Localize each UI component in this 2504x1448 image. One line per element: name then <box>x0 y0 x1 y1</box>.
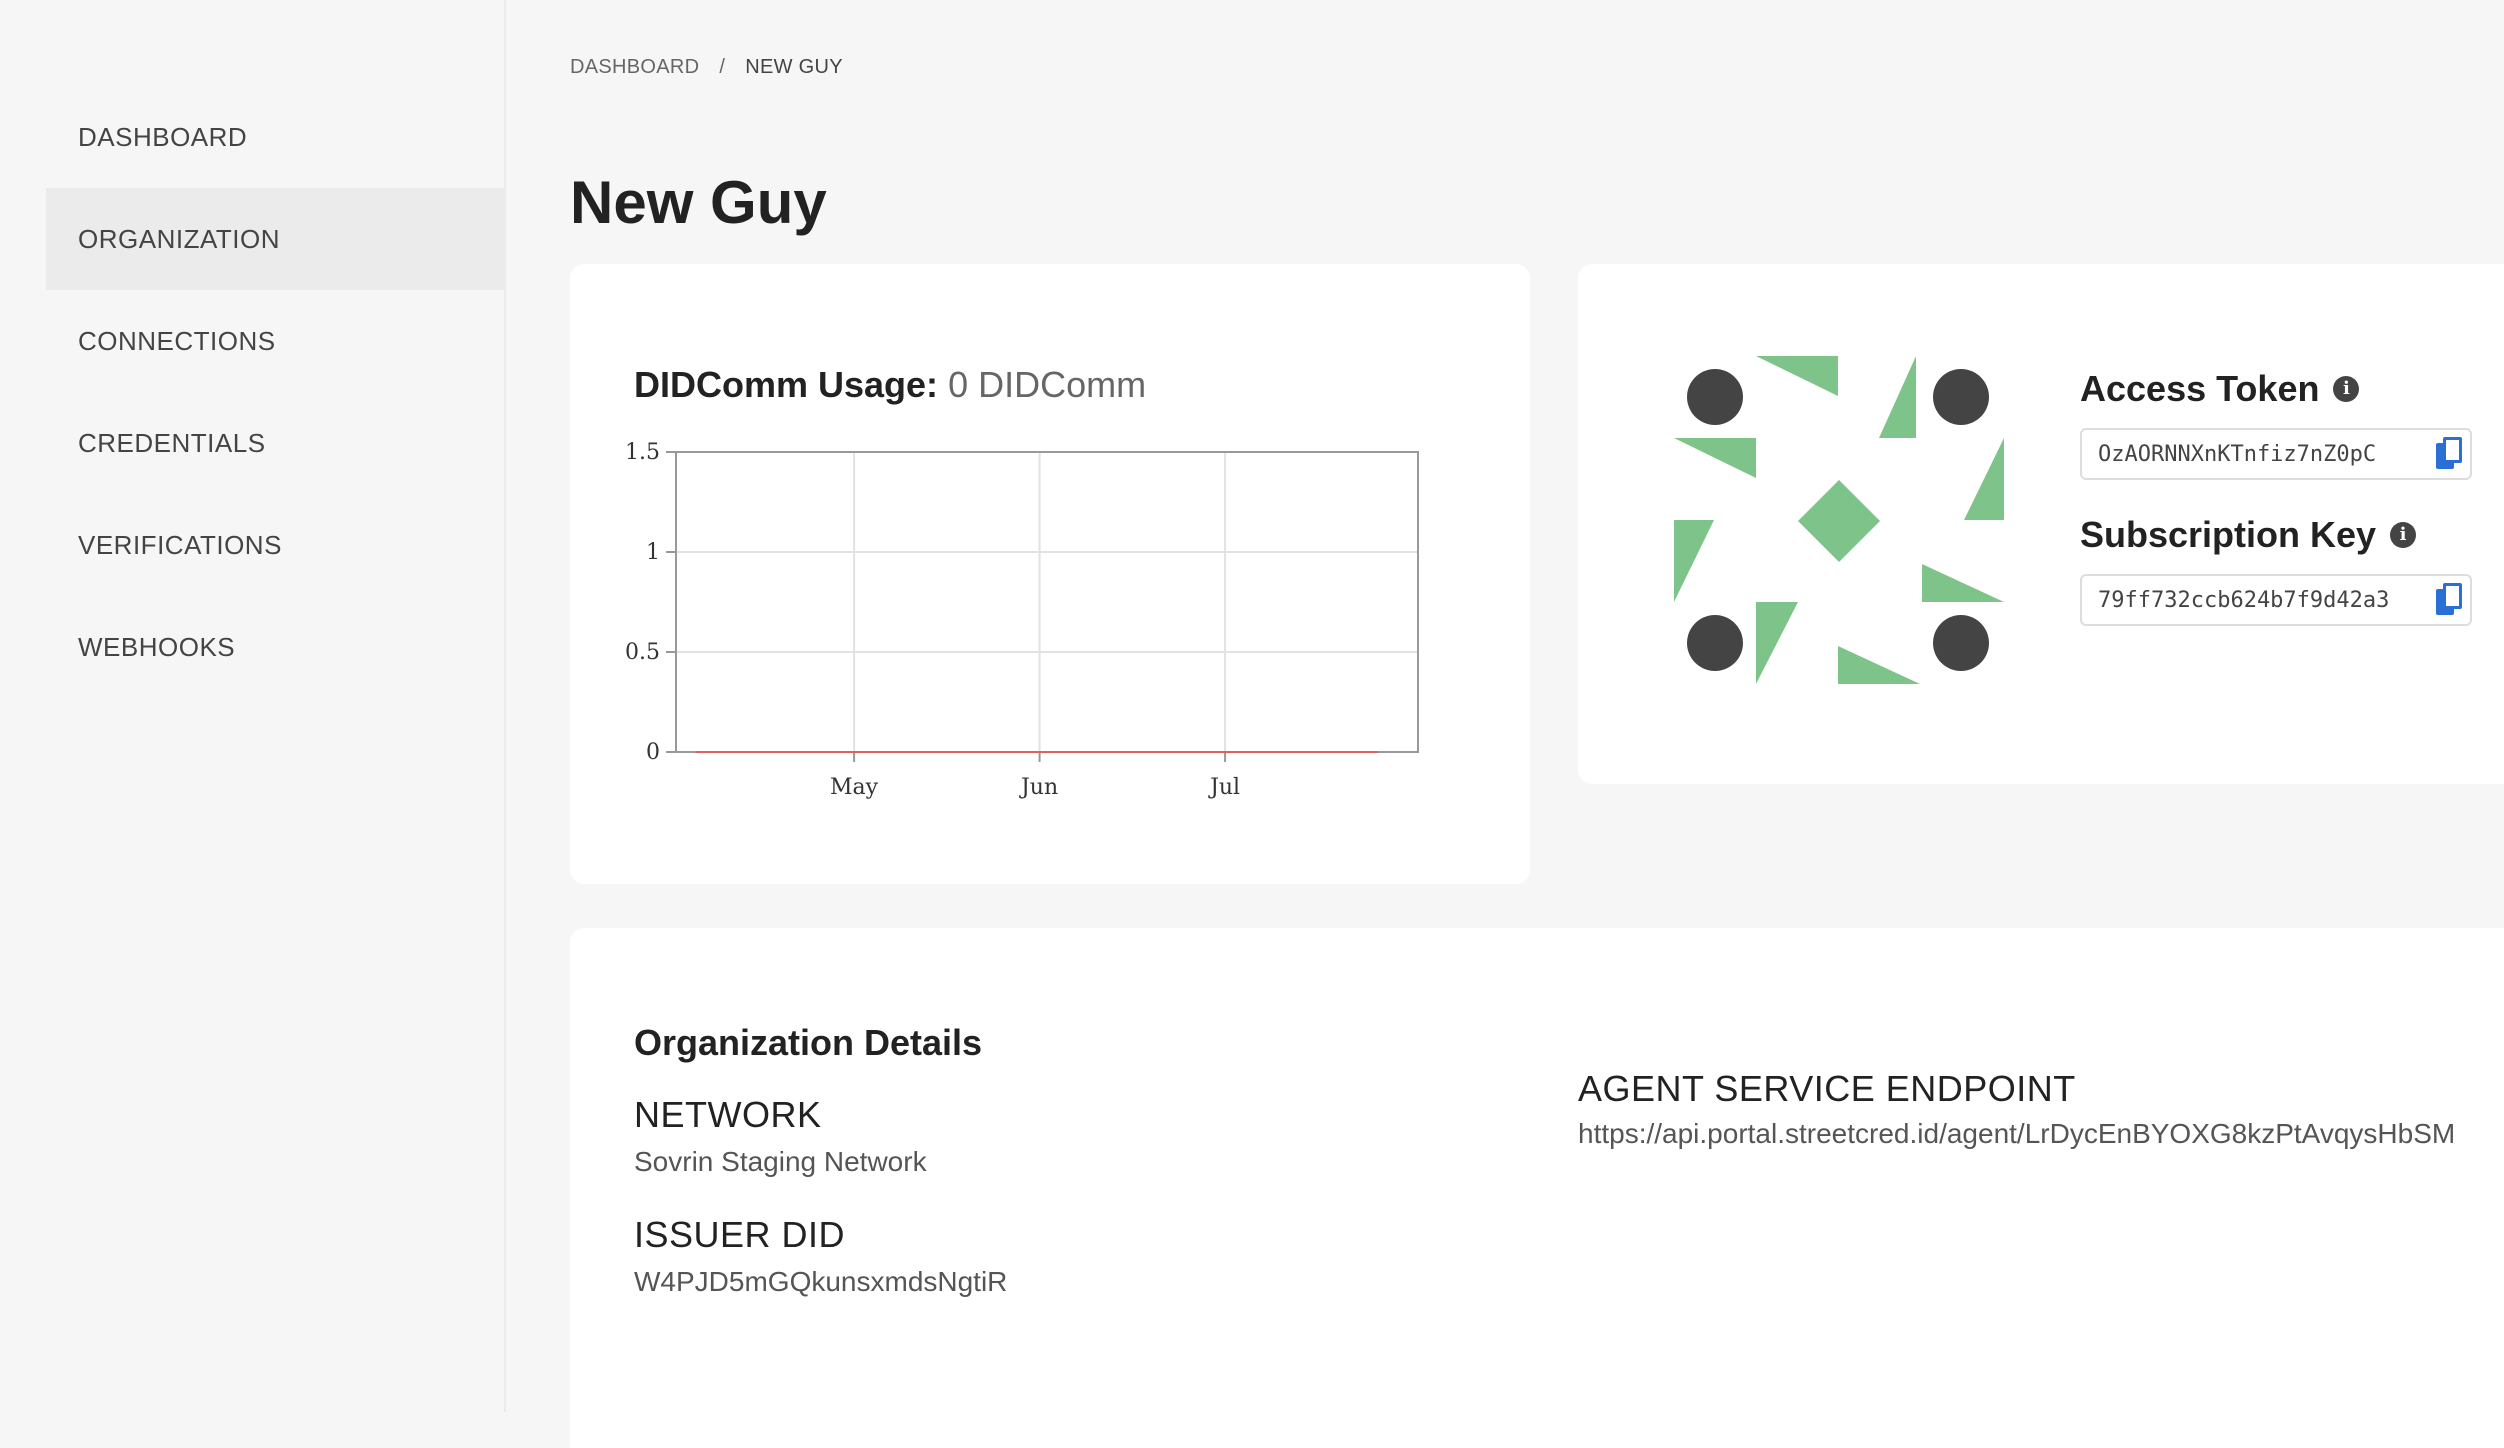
subscription-key-block: Subscription Key i 79ff732ccb624b7f9d42a… <box>2080 514 2472 626</box>
issuer-did-label: ISSUER DID <box>634 1214 845 1256</box>
chart-y-tick-label: 1.5 <box>625 440 660 465</box>
agent-endpoint-label: AGENT SERVICE ENDPOINT <box>1578 1068 2076 1110</box>
identicon-triangle <box>1922 564 2004 602</box>
subscription-key-value[interactable]: 79ff732ccb624b7f9d42a3 <box>2098 588 2416 613</box>
access-token-label: Access Token i <box>2080 368 2472 410</box>
identicon-avatar <box>1674 356 2004 686</box>
copy-icon[interactable] <box>2434 437 2464 471</box>
access-token-label-text: Access Token <box>2080 368 2319 410</box>
sidebar: DASHBOARD ORGANIZATION CONNECTIONS CREDE… <box>0 0 506 1412</box>
didcomm-usage-card: DIDComm Usage: 0 DIDComm 0 0.5 1 1.5 May Jun J… <box>570 264 1530 884</box>
sidebar-item-webhooks[interactable]: WEBHOOKS <box>46 596 506 698</box>
info-icon[interactable]: i <box>2390 522 2416 548</box>
chart-y-tick-label: 1 <box>646 540 660 565</box>
organization-details-card: Organization Details NETWORK Sovrin Stag… <box>570 928 2504 1448</box>
token-card: Access Token i OzAORNNXnKTnfiz7nZ0pC Sub… <box>1578 264 2504 784</box>
usage-chart: 0 0.5 1 1.5 May Jun Jul <box>610 424 1450 804</box>
copy-icon[interactable] <box>2434 583 2464 617</box>
breadcrumb-current: NEW GUY <box>745 56 843 78</box>
access-token-field[interactable]: OzAORNNXnKTnfiz7nZ0pC <box>2080 428 2472 480</box>
identicon-circle <box>1933 369 1989 425</box>
issuer-did-value: W4PJD5mGQkunsxmdsNgtiR <box>634 1266 1007 1298</box>
sidebar-item-organization[interactable]: ORGANIZATION <box>46 188 506 290</box>
identicon-triangle <box>1674 438 1756 478</box>
network-label: NETWORK <box>634 1094 822 1136</box>
access-token-value[interactable]: OzAORNNXnKTnfiz7nZ0pC <box>2098 442 2416 467</box>
usage-title-label: DIDComm Usage: <box>634 364 938 405</box>
identicon-circle <box>1687 369 1743 425</box>
identicon-triangle <box>1879 356 1916 438</box>
page-title: New Guy <box>570 168 827 237</box>
sidebar-item-credentials[interactable]: CREDENTIALS <box>46 392 506 494</box>
identicon-diamond <box>1798 480 1880 562</box>
chart-y-tick-label: 0.5 <box>625 640 660 665</box>
subscription-key-label: Subscription Key i <box>2080 514 2472 556</box>
chart-y-tick-label: 0 <box>646 740 660 765</box>
sidebar-item-verifications[interactable]: VERIFICATIONS <box>46 494 506 596</box>
identicon-triangle <box>1674 520 1714 602</box>
identicon-triangle <box>1756 356 1838 396</box>
chart-x-tick-label: May <box>830 775 879 800</box>
identicon-triangle <box>1756 602 1798 684</box>
breadcrumb: DASHBOARD / NEW GUY <box>570 56 843 79</box>
access-token-block: Access Token i OzAORNNXnKTnfiz7nZ0pC <box>2080 368 2472 480</box>
subscription-key-label-text: Subscription Key <box>2080 514 2376 556</box>
info-icon[interactable]: i <box>2333 376 2359 402</box>
subscription-key-field[interactable]: 79ff732ccb624b7f9d42a3 <box>2080 574 2472 626</box>
chart-x-tick-label: Jul <box>1208 775 1240 800</box>
main-content: DASHBOARD / NEW GUY New Guy DIDComm Usage:… <box>506 0 2504 1412</box>
sidebar-item-connections[interactable]: CONNECTIONS <box>46 290 506 392</box>
details-title: Organization Details <box>634 1022 982 1064</box>
breadcrumb-dashboard-link[interactable]: DASHBOARD <box>570 56 699 78</box>
agent-endpoint-value[interactable]: https://api.portal.streetcred.id/agent/L… <box>1578 1118 2455 1150</box>
network-value: Sovrin Staging Network <box>634 1146 927 1178</box>
sidebar-item-dashboard[interactable]: DASHBOARD <box>46 86 506 188</box>
chart-plot-area <box>676 452 1418 752</box>
identicon-circle <box>1933 615 1989 671</box>
chart-x-tick-label: Jun <box>1019 775 1058 800</box>
usage-title: DIDComm Usage: 0 DIDComm <box>634 364 1146 406</box>
breadcrumb-separator: / <box>719 56 725 78</box>
usage-title-value: 0 DIDComm <box>948 364 1146 405</box>
identicon-triangle <box>1964 438 2004 520</box>
identicon-circle <box>1687 615 1743 671</box>
identicon-triangle <box>1838 646 1920 684</box>
